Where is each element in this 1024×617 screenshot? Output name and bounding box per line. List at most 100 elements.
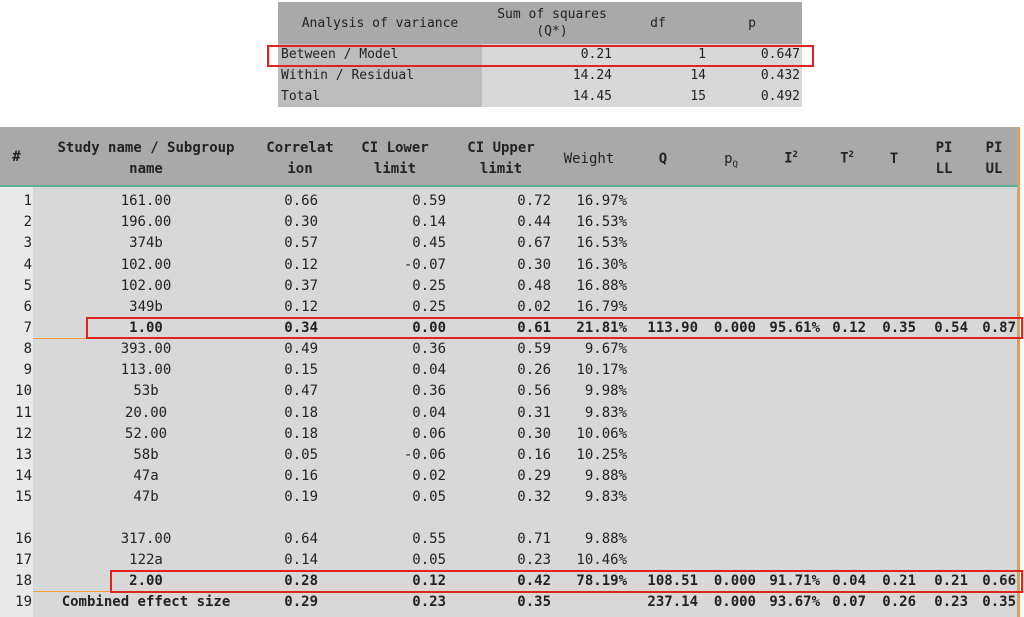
- ci-upper: 0.44: [517, 214, 551, 230]
- ci-lower: 0.14: [412, 214, 446, 230]
- table-row: 5 102.00 0.37 0.25 0.48 16.88%: [0, 276, 1017, 297]
- weight: 9.98%: [584, 383, 627, 399]
- ci-upper: 0.32: [517, 489, 551, 505]
- ci-upper: 0.72: [517, 193, 551, 209]
- correlation: 0.16: [284, 468, 318, 484]
- i2-value: 93.67%: [769, 594, 820, 610]
- row-number: 16: [15, 531, 32, 547]
- study-name: Combined effect size: [61, 594, 231, 610]
- study-name: 161.00: [120, 193, 172, 209]
- study-name: 47b: [133, 489, 159, 505]
- correlation: 0.57: [284, 235, 318, 251]
- weight: 9.88%: [584, 531, 627, 547]
- anova-header-label: Analysis of variance: [301, 16, 459, 31]
- header-pi-ll-line2: LL: [935, 161, 953, 177]
- ci-upper: 0.31: [517, 405, 551, 421]
- table-row: 8 393.00 0.49 0.36 0.59 9.67%: [0, 339, 1017, 360]
- table-row: 4 102.00 0.12 -0.07 0.30 16.30%: [0, 255, 1017, 276]
- header-ci-lower-line2: limit: [373, 161, 417, 177]
- q-value: 237.14: [647, 594, 698, 610]
- correlation: 0.18: [284, 426, 318, 442]
- weight: 10.25%: [576, 447, 627, 463]
- header-ci-lower: CI Lower: [361, 140, 429, 156]
- table-row: 15 47b 0.19 0.05 0.32 9.83%: [0, 487, 1017, 508]
- ci-lower: 0.36: [412, 383, 446, 399]
- weight: 16.53%: [576, 214, 627, 230]
- row-number: 1: [23, 193, 32, 209]
- study-table-header: # Study name / Subgroup name Correlat io…: [0, 127, 1020, 187]
- anova-p: 0.492: [760, 89, 800, 104]
- header-num: #: [12, 149, 21, 165]
- ci-upper: 0.59: [517, 341, 551, 357]
- study-name: 102.00: [120, 278, 172, 294]
- correlation: 0.14: [284, 552, 318, 568]
- ci-lower: 0.04: [412, 362, 446, 378]
- row-number: 11: [15, 405, 32, 421]
- anova-row-label: Total: [278, 86, 482, 107]
- correlation: 0.37: [284, 278, 318, 294]
- anova-row: Within / Residual 14.24 14 0.432: [278, 65, 802, 86]
- table-row: 17 122a 0.14 0.05 0.23 10.46%: [0, 550, 1017, 571]
- ci-lower: 0.59: [412, 193, 446, 209]
- anova-header-ss-sub: (Q*): [536, 24, 568, 39]
- p-q-value: 0.000: [713, 594, 756, 610]
- anova-ss: 14.45: [572, 89, 612, 104]
- study-name: 122a: [129, 552, 163, 568]
- study-name: 374b: [129, 235, 163, 251]
- scroll-edge: [1017, 127, 1020, 617]
- ci-lower: 0.06: [412, 426, 446, 442]
- t2-value: 0.07: [832, 594, 866, 610]
- correlation: 0.12: [284, 257, 318, 273]
- study-name: 196.00: [120, 214, 172, 230]
- header-t2-base: T: [840, 150, 849, 167]
- table-row: 2 196.00 0.30 0.14 0.44 16.53%: [0, 212, 1017, 233]
- table-row: 1 161.00 0.66 0.59 0.72 16.97%: [0, 191, 1017, 212]
- study-name: 53b: [133, 383, 159, 399]
- row-number: 6: [23, 299, 32, 315]
- header-pi-ul: PI: [985, 140, 1003, 156]
- correlation: 0.19: [284, 489, 318, 505]
- header-q: Q: [658, 151, 668, 167]
- row-number: 4: [23, 257, 32, 273]
- ci-upper: 0.67: [517, 235, 551, 251]
- row-number: 19: [15, 594, 32, 610]
- row-number: 14: [15, 468, 32, 484]
- study-table: # Study name / Subgroup name Correlat io…: [0, 127, 1020, 617]
- anova-p: 0.432: [760, 68, 800, 83]
- correlation: 0.47: [284, 383, 318, 399]
- correlation: 0.05: [284, 447, 318, 463]
- table-row: 9 113.00 0.15 0.04 0.26 10.17%: [0, 360, 1017, 381]
- header-t2-sup: 2: [848, 150, 854, 160]
- ci-upper: 0.56: [517, 383, 551, 399]
- ci-lower: 0.23: [412, 594, 446, 610]
- study-name: 52.00: [124, 426, 168, 442]
- correlation: 0.66: [284, 193, 318, 209]
- ci-upper: 0.48: [517, 278, 551, 294]
- study-name: 393.00: [120, 341, 172, 357]
- row-number: 15: [15, 489, 32, 505]
- header-p-q: pQ: [716, 149, 746, 176]
- header-t: T: [889, 151, 899, 167]
- anova-ss: 14.24: [572, 68, 612, 83]
- row-number: 3: [23, 235, 32, 251]
- table-row: 6 349b 0.12 0.25 0.02 16.79%: [0, 297, 1017, 318]
- ci-lower: 0.04: [412, 405, 446, 421]
- header-correlation: Correlat: [266, 140, 334, 156]
- ci-lower: 0.25: [412, 299, 446, 315]
- ci-upper: 0.71: [517, 531, 551, 547]
- study-name: 113.00: [120, 362, 172, 378]
- weight: 9.83%: [584, 405, 627, 421]
- row-number: 10: [15, 383, 32, 399]
- anova-df: 14: [690, 68, 706, 83]
- row-number: 13: [15, 447, 32, 463]
- table-row: 14 47a 0.16 0.02 0.29 9.88%: [0, 466, 1017, 487]
- weight: 9.83%: [584, 489, 627, 505]
- ci-lower: 0.05: [412, 489, 446, 505]
- ci-lower: 0.02: [412, 468, 446, 484]
- weight: 10.06%: [576, 426, 627, 442]
- header-p: p: [724, 151, 733, 167]
- ci-lower: 0.05: [412, 552, 446, 568]
- study-name: 349b: [129, 299, 163, 315]
- header-name-line2: name: [129, 161, 163, 177]
- header-ci-upper: CI Upper: [467, 140, 535, 156]
